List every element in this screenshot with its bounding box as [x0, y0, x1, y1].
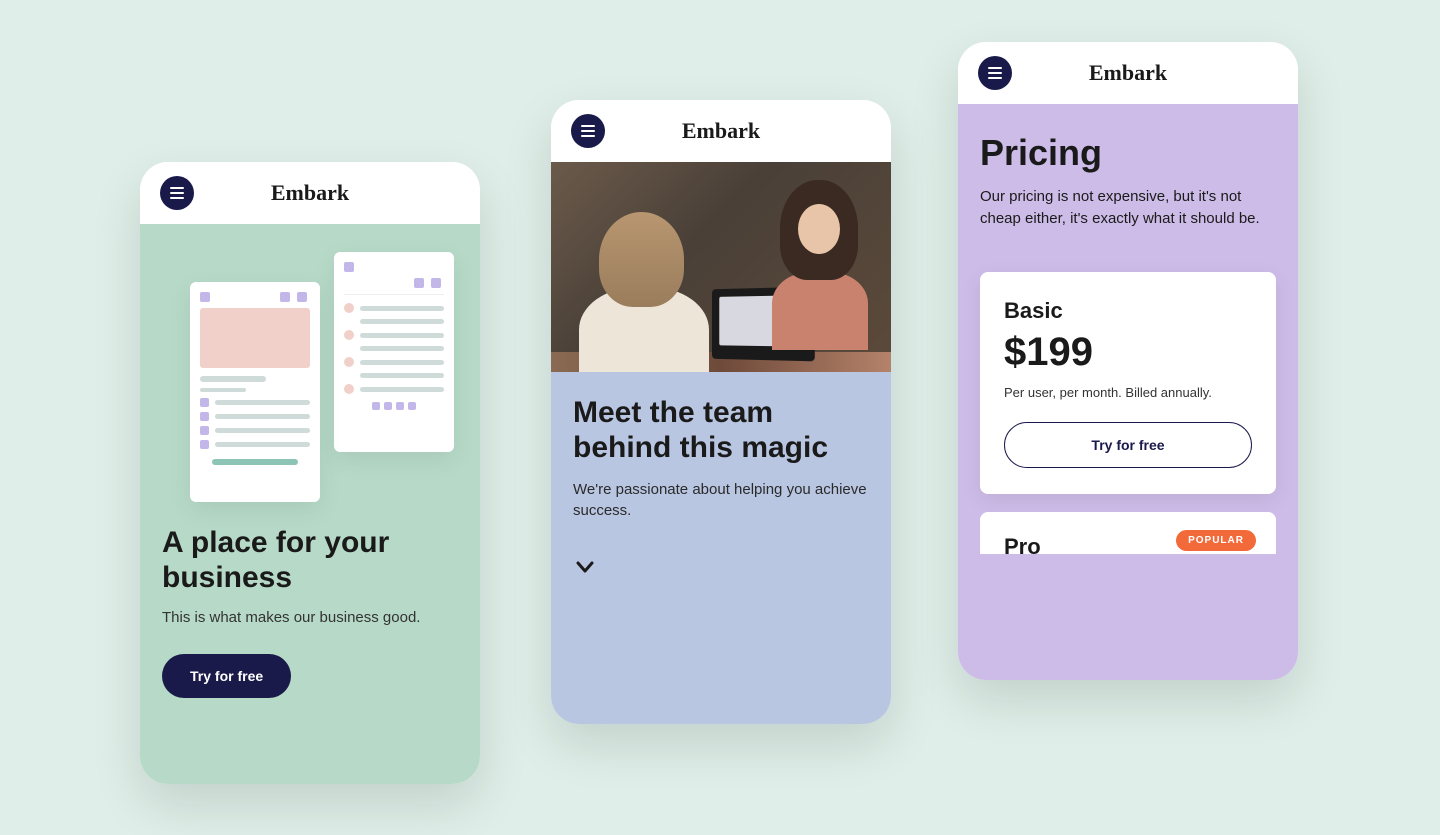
home-body: A place for your business This is what m… [140, 224, 480, 784]
chevron-down-icon [573, 555, 597, 579]
menu-icon [581, 125, 595, 127]
illustration-card-front [190, 282, 320, 502]
brand-logo: Embark [1089, 60, 1167, 86]
try-free-button[interactable]: Try for free [162, 654, 291, 698]
pricing-card-pro: Pro POPULAR [980, 512, 1276, 554]
try-free-button[interactable]: Try for free [1004, 422, 1252, 468]
app-header: Embark [551, 100, 891, 162]
team-title: Meet the team behind this magic [573, 396, 869, 465]
mobile-mockup-pricing: Embark Pricing Our pricing is not expens… [958, 42, 1298, 680]
scroll-down-button[interactable] [573, 555, 597, 579]
plan-terms: Per user, per month. Billed annually. [1004, 385, 1252, 400]
app-header: Embark [958, 42, 1298, 104]
hero-illustration [162, 252, 458, 502]
pricing-subtitle: Our pricing is not expensive, but it's n… [980, 186, 1276, 230]
brand-logo: Embark [271, 180, 349, 206]
menu-button[interactable] [571, 114, 605, 148]
menu-button[interactable] [160, 176, 194, 210]
team-body: Meet the team behind this magic We're pa… [551, 162, 891, 724]
popular-badge: POPULAR [1176, 530, 1256, 551]
mobile-mockup-team: Embark Meet the team behind this magic W… [551, 100, 891, 724]
mobile-mockup-home: Embark [140, 162, 480, 784]
pricing-body: Pricing Our pricing is not expensive, bu… [958, 104, 1298, 680]
menu-button[interactable] [978, 56, 1012, 90]
illustration-card-back [334, 252, 454, 452]
menu-icon [170, 187, 184, 189]
brand-logo: Embark [682, 118, 760, 144]
plan-price: $199 [1004, 330, 1252, 375]
app-header: Embark [140, 162, 480, 224]
team-subtitle: We're passionate about helping you achie… [573, 479, 869, 521]
plan-name: Basic [1004, 298, 1252, 324]
pricing-card-basic: Basic $199 Per user, per month. Billed a… [980, 272, 1276, 494]
team-photo [551, 162, 891, 372]
pricing-title: Pricing [980, 132, 1276, 174]
menu-icon [988, 67, 1002, 69]
hero-title: A place for your business [162, 526, 458, 595]
hero-subtitle: This is what makes our business good. [162, 609, 458, 626]
